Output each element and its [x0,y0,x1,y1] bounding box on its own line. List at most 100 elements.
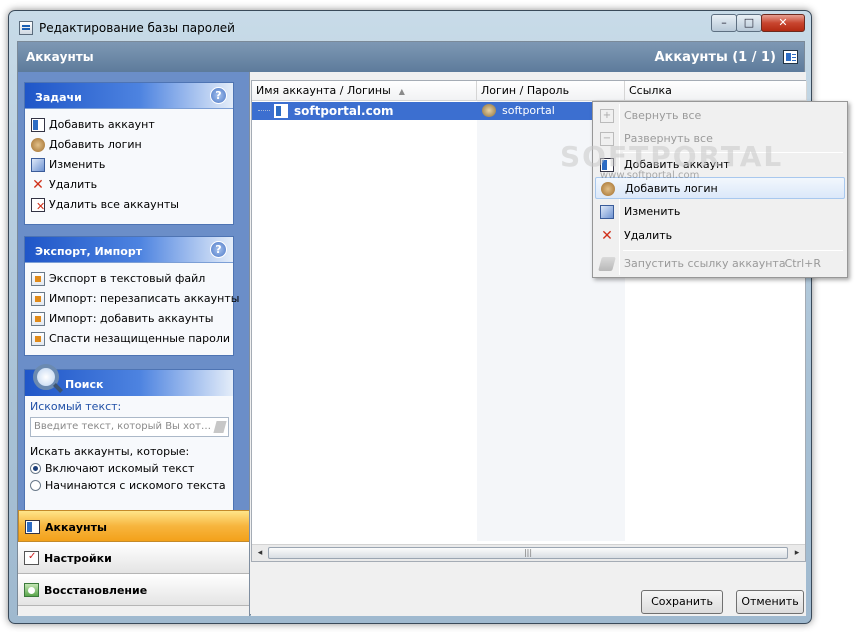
export-import-panel: Экспорт, Импорт ? Экспорт в текстовый фа… [24,236,239,356]
import-add-icon [31,312,45,326]
account-card-icon [274,104,288,118]
expand-plus-icon: + [600,109,614,123]
search-panel: Поиск Искомый текст: Введите текст, кото… [24,364,234,519]
search-input[interactable]: Введите текст, который Вы хот… [30,417,229,437]
column-header-account[interactable]: Имя аккаунта / Логины ▲ [252,81,477,101]
column-header-login[interactable]: Логин / Пароль [477,81,625,101]
menu-label: Изменить [624,205,681,218]
menu-delete[interactable]: ✕ Удалить [595,225,845,247]
column-header-link[interactable]: Ссылка [625,81,807,101]
task-label: Удалить все аккаунты [49,198,179,211]
section-title: Аккаунты [26,50,94,64]
menu-expand-all[interactable]: − Развернуть все [595,128,845,150]
radio-label: Начинаются с искомого текста [45,479,226,492]
tasks-panel-header[interactable]: Задачи ? [25,83,233,109]
section-header: Аккаунты Аккаунты (1 / 1) [18,42,804,72]
horizontal-scrollbar[interactable]: ◂ ||| ▸ [252,544,805,561]
tasks-panel: Задачи ? Добавить аккаунт Добавить логин… [24,82,234,225]
column-label: Ссылка [629,84,672,97]
nav-restore[interactable]: Восстановление [18,574,249,606]
help-icon[interactable]: ? [210,87,227,104]
delete-x-icon: ✕ [601,228,613,244]
task-label: Удалить [49,178,98,191]
save-button[interactable]: Сохранить [641,590,723,614]
export-panel-header[interactable]: Экспорт, Импорт ? [25,237,233,263]
sort-ascending-icon: ▲ [398,87,405,96]
menu-shortcut: Ctrl+R [784,257,821,270]
export-text-file[interactable]: Экспорт в текстовый файл [29,269,233,289]
search-placeholder: Введите текст, который Вы хот… [34,421,211,432]
task-delete-all[interactable]: Удалить все аккаунты [29,195,233,217]
maximize-button[interactable]: □ [736,14,762,32]
menu-label: Развернуть все [624,132,713,145]
import-file-icon [31,292,45,306]
import-append[interactable]: Импорт: добавить аккаунты [29,309,233,329]
window-title: Редактирование базы паролей [39,21,235,35]
column-label: Логин / Пароль [481,84,570,97]
task-label: Импорт: перезаписать аккаунты [49,292,240,305]
rescue-icon [31,332,45,346]
magnifier-icon [33,364,59,390]
menu-label: Добавить аккаунт [624,158,730,171]
radio-contains[interactable]: Включают искомый текст [25,458,233,475]
radio-starts-with[interactable]: Начинаются с искомого текста [25,475,233,492]
tree-connector [258,110,270,111]
nav-settings[interactable]: Настройки [18,542,249,574]
context-menu: + Свернуть все − Развернуть все Добавить а… [592,101,848,278]
scroll-thumb[interactable]: ||| [268,547,788,559]
login-user-icon [601,182,615,196]
app-icon [19,21,33,35]
menu-label: Добавить логин [625,182,718,195]
scroll-right-icon[interactable]: ▸ [790,547,804,559]
task-add-account[interactable]: Добавить аккаунт [29,115,233,135]
menu-launch-link[interactable]: Запустить ссылку аккаунта Ctrl+R [595,253,845,275]
column-label: Имя аккаунта / Логины [256,84,391,97]
radio-checked-icon [30,463,41,474]
task-add-login[interactable]: Добавить логин [29,135,233,155]
account-card-icon [31,118,45,132]
delete-x-icon: ✕ [32,177,44,193]
collapse-minus-icon: − [600,132,614,146]
radio-label: Включают искомый текст [45,462,195,475]
import-overwrite[interactable]: Импорт: перезаписать аккаунты [29,289,239,309]
accounts-count-title: Аккаунты (1 / 1) [654,50,776,65]
account-card-icon [25,520,40,534]
minimize-button[interactable]: – [711,14,737,32]
cancel-button[interactable]: Отменить [736,590,804,614]
nav-accounts[interactable]: Аккаунты [18,510,249,542]
account-login: softportal [502,104,555,117]
login-user-icon [31,138,45,152]
search-title: Поиск [65,378,104,391]
search-label: Искомый текст: [30,400,122,413]
task-pane: Задачи ? Добавить аккаунт Добавить логин… [18,72,250,616]
nav-buttons: Аккаунты Настройки Восстановление [18,510,249,616]
link-icon [598,257,616,271]
account-card-icon [783,50,798,64]
login-user-icon [482,104,496,117]
search-panel-header[interactable]: Поиск [25,364,233,396]
filter-label: Искать аккаунты, которые: [30,445,190,458]
menu-edit[interactable]: Изменить [595,201,845,223]
radio-unchecked-icon [30,480,41,491]
task-edit[interactable]: Изменить [29,155,233,175]
task-delete[interactable]: ✕ Удалить [29,175,233,195]
nav-label: Настройки [44,552,112,565]
clear-eraser-icon[interactable] [213,421,227,433]
tasks-title: Задачи [35,91,82,104]
nav-label: Восстановление [44,584,148,597]
settings-icon [24,551,39,565]
title-bar[interactable]: Редактирование базы паролей – □ ✕ [9,11,811,41]
close-button[interactable]: ✕ [761,14,805,32]
scroll-left-icon[interactable]: ◂ [253,547,267,559]
menu-label: Запустить ссылку аккаунта [624,257,786,270]
export-file-icon [31,272,45,286]
menu-label: Удалить [624,229,673,242]
menu-collapse-all[interactable]: + Свернуть все [595,105,845,127]
menu-add-account[interactable]: Добавить аккаунт [595,154,845,176]
help-icon[interactable]: ? [210,241,227,258]
task-label: Изменить [49,158,106,171]
account-card-icon [600,158,614,172]
task-label: Добавить аккаунт [49,118,155,131]
menu-add-login[interactable]: Добавить логин [595,177,845,199]
rescue-passwords[interactable]: Спасти незащищенные пароли [29,329,233,349]
